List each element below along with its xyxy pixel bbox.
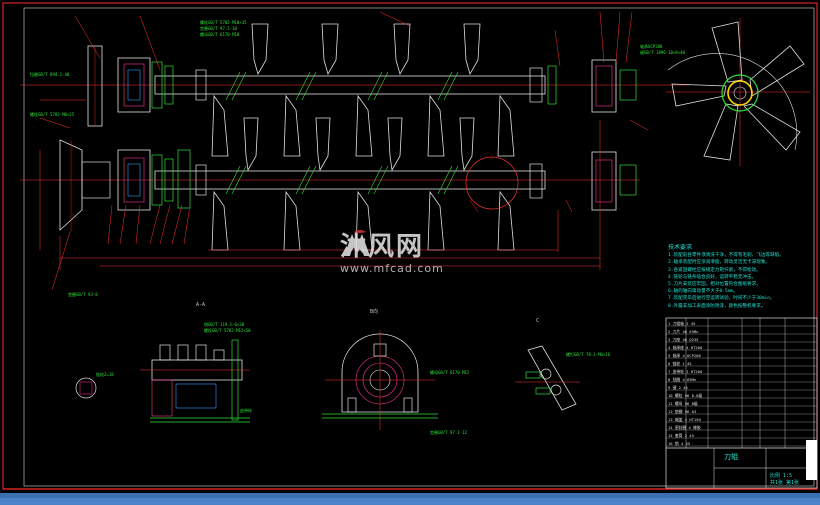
bom-row: 14 密封圈 4 橡胶: [668, 425, 701, 430]
bom-row: 5 轴承 4 UCP208: [668, 353, 701, 358]
view-label-c: C: [536, 318, 540, 324]
callout-9: 销GB/T 119.1-6×30: [204, 322, 245, 327]
drawing-canvas: 沐风网 www.mfcad.com 技术要求 1.装配前各零件须清洗干净，不得有…: [0, 0, 820, 505]
callout-6: 挡圈GB/T 894.1-40: [30, 72, 70, 77]
section-a-a: [140, 339, 250, 423]
callout-15: 皮带轮: [240, 408, 252, 413]
title-block-scale: 比例 1:5: [770, 473, 793, 479]
callout-5: 键GB/T 1096-10×8×40: [640, 50, 685, 55]
blade-row-3: [243, 117, 475, 172]
bom-row: 7 皮带轮 1 HT200: [668, 369, 703, 374]
callout-7: 螺栓GB/T 5783-M8×25: [30, 112, 75, 117]
note-line: 3.各紧固螺栓应按规定力矩拧紧，不得松动。: [668, 267, 761, 273]
callout-10: 螺栓GB/T 5782-M12×50: [204, 328, 251, 333]
bom-row: 9 键 2 45: [668, 385, 688, 390]
callout-4: 轴承UCP208: [640, 44, 663, 49]
note-line: 6.轴的轴向窜动量不大于0.5mm。: [668, 289, 738, 295]
bom-row: 10 螺栓 96 8.8级: [668, 393, 703, 398]
bom-row: 3 刀座 48 Q235: [668, 337, 699, 342]
title-block-name: 刀辊: [724, 453, 738, 461]
bom-row: 13 端盖 4 HT150: [668, 417, 701, 422]
callout-11: 螺母GB/T 6170-M12: [430, 370, 470, 375]
note-line: 4.链轮与链条啮合良好，运转平稳无冲击。: [668, 274, 757, 280]
watermark: 沐风网 www.mfcad.com: [340, 228, 500, 280]
blade-row-1: [251, 23, 481, 76]
side-view-rotor: [666, 18, 810, 166]
bom-row: 2 刀片 48 65Mn: [668, 329, 699, 334]
callout-13: 螺钉GB/T 70.1-M6×16: [566, 352, 611, 357]
bom-row: 16 销 4 35: [668, 441, 691, 446]
bom-row: 8 挡圈 4 65Mn: [668, 377, 697, 382]
callout-3: 螺母GB/T 6170-M10: [200, 32, 240, 37]
callout-12: 垫圈GB/T 97.1-12: [430, 430, 467, 435]
note-line: 1.装配前各零件须清洗干净，不得有毛刺、飞边等缺陷。: [668, 253, 784, 259]
callout-2: 垫圈GB/T 97.1-10: [200, 26, 237, 31]
callout-14: 链轮Z=18: [96, 372, 114, 377]
bom-row: 6 链轮 1 45: [668, 361, 692, 366]
bom-row: 1 刀辊轴 1 45: [668, 321, 696, 326]
view-label-b: B向: [370, 309, 379, 315]
watermark-url: www.mfcad.com: [340, 262, 444, 275]
note-line: 7.装配完毕后进行空运转试验，时间不少于30min。: [668, 296, 775, 302]
mfcad-logo-icon: [344, 230, 370, 256]
note-line: 2.轴承装配时应涂润滑脂，转动灵活无卡滞现象。: [668, 260, 771, 266]
detail-circle-left: [75, 377, 97, 399]
technical-notes: 技术要求 1.装配前各零件须清洗干净，不得有毛刺、飞边等缺陷。 2.轴承装配时应涂…: [668, 244, 818, 310]
bom-row: 12 垫圈 96 A3: [668, 409, 697, 414]
bom-row: 4 轴承座 4 HT200: [668, 345, 703, 350]
notes-title: 技术要求: [668, 244, 693, 251]
view-label-a: A-A: [196, 302, 206, 308]
callout-8: 垫圈GB/T 93-8: [68, 292, 98, 297]
detail-circle: [465, 156, 519, 210]
view-b-bearing: [322, 330, 438, 430]
note-line: 8.外露非加工表面涂防锈漆，颜色按整机要求。: [668, 303, 766, 309]
bom-row: 15 套筒 2 45: [668, 433, 694, 438]
note-line: 5.刀片安装应牢固，相对位置符合图纸要求。: [668, 282, 761, 288]
callout-1: 螺栓GB/T 5782-M10×35: [200, 20, 247, 25]
bottom-bar-inner: [0, 498, 820, 505]
title-block-sheet: 共1张 第1张: [770, 480, 800, 486]
bom-rows: 1 刀辊轴 1 45 2 刀片 48 65Mn 3 刀座 48 Q235 4 轴承座 …: [668, 320, 814, 448]
bom-row: 11 螺母 96 8级: [668, 401, 698, 406]
